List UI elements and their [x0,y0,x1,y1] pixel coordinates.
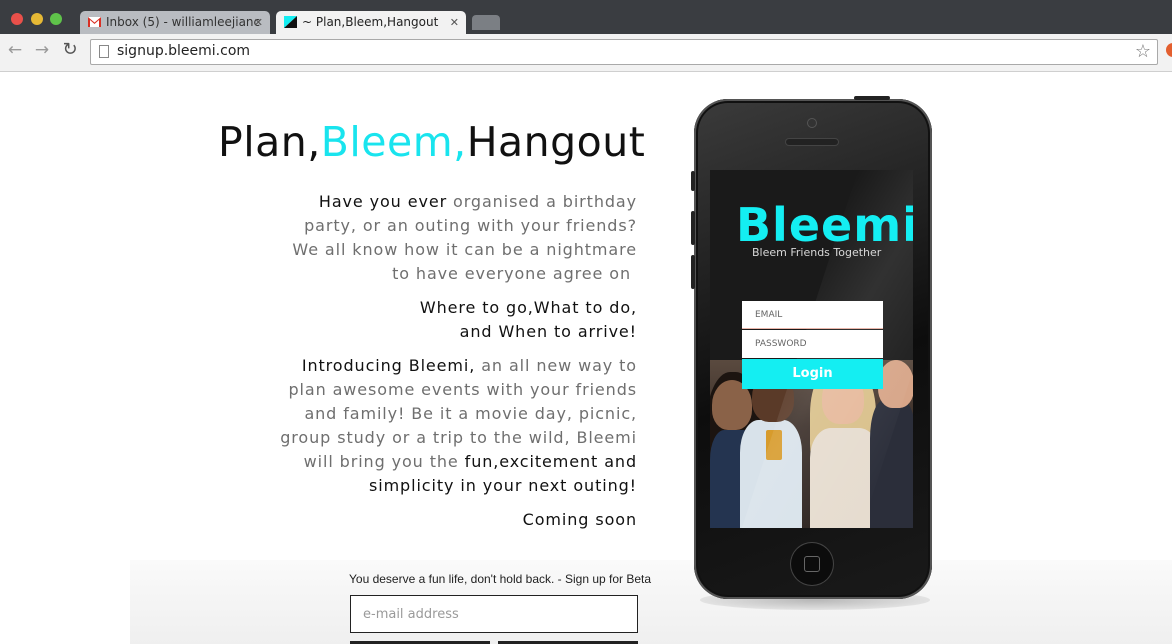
app-login-button: Login [742,359,883,389]
app-email-field: EMAIL [742,301,883,329]
app-subtitle: Bleem Friends Together [752,246,882,259]
address-bar[interactable]: signup.bleemi.com ☆ [90,39,1158,65]
intro-paragraph-2: Where to go,What to do, and When to arri… [420,296,637,344]
gmail-icon [88,17,101,27]
window-maximize-button[interactable] [50,13,62,25]
intro-p3-line3: and family! Be it a movie day, picnic, [304,404,637,423]
forward-arrow-icon[interactable]: → [32,40,52,60]
tab-inbox-title: Inbox (5) - williamleejianc [106,15,261,29]
tab-close-icon[interactable]: ✕ [254,11,263,34]
intro-p3-line5: will bring you the [303,452,465,471]
tab-strip: Inbox (5) - williamleejianc ✕ ~ Plan,Ble… [0,0,1172,34]
url-text: signup.bleemi.com [117,43,251,59]
signup-tagline: You deserve a fun life, don't hold back.… [349,572,652,586]
coming-soon: Coming soon [522,510,637,529]
headline-bleem: Bleem, [320,118,467,166]
intro-p3-line2: plan awesome events with your friends [288,380,637,399]
intro-p2-line2: and When to arrive! [459,322,637,341]
phone-volume-up [691,211,695,245]
new-tab-button[interactable] [472,15,500,30]
page-headline: Plan,Bleem,Hangout [218,118,645,166]
intro-p3-line6: simplicity in your next outing! [368,476,637,495]
intro-paragraph-1: Have you ever organised a birthday party… [292,190,637,286]
intro-p2-line1: Where to go,What to do, [419,298,637,317]
intro-p1-line4: to have everyone agree on [392,264,637,283]
app-logo: Bleemi [736,198,913,252]
headline-plan: Plan, [218,118,321,166]
phone-mute-switch [691,171,695,191]
intro-p3-lead: Introducing Bleemi, [301,356,476,375]
tab-bleemi[interactable]: ~ Plan,Bleem,Hangout ✕ [276,11,466,34]
app-password-field: PASSWORD [742,330,883,358]
intro-p3-line5-emph: fun,excitement and [464,452,637,471]
intro-p1-line2: party, or an outing with your friends? [304,216,637,235]
phone-volume-down [691,255,695,289]
phone-camera [808,119,816,127]
home-square-icon [804,556,820,572]
back-arrow-icon[interactable]: ← [5,40,25,60]
email-field[interactable] [350,595,638,633]
bleemi-favicon [284,16,297,28]
phone-mockup: Bleemi Bleem Friends Together EMAIL PASS… [691,96,932,599]
tab-bleemi-title: ~ Plan,Bleem,Hangout [302,15,439,29]
browser-toolbar: ← → ↻ signup.bleemi.com ☆ [0,34,1172,72]
phone-power-button [854,96,890,100]
window-minimize-button[interactable] [31,13,43,25]
phone-screen: Bleemi Bleem Friends Together EMAIL PASS… [710,170,913,528]
intro-p3-line1: an all new way to [475,356,637,375]
window-close-button[interactable] [11,13,23,25]
headline-hangout: Hangout [466,118,646,166]
phone-speaker [786,139,838,145]
intro-p1-lead: Have you ever [318,192,454,211]
phone-home-button [791,543,833,585]
intro-paragraph-3: Introducing Bleemi, an all new way to pl… [280,354,637,498]
intro-p3-line4: group study or a trip to the wild, Bleem… [280,428,637,447]
bookmark-star-icon[interactable]: ☆ [1135,41,1151,62]
tab-close-icon[interactable]: ✕ [450,11,459,34]
intro-p1-line3: We all know how it can be a nightmare [292,240,637,259]
tab-inbox[interactable]: Inbox (5) - williamleejianc ✕ [80,11,270,34]
page-icon [99,45,109,58]
intro-p1-line1: organised a birthday [453,192,637,211]
reload-icon[interactable]: ↻ [60,39,80,60]
